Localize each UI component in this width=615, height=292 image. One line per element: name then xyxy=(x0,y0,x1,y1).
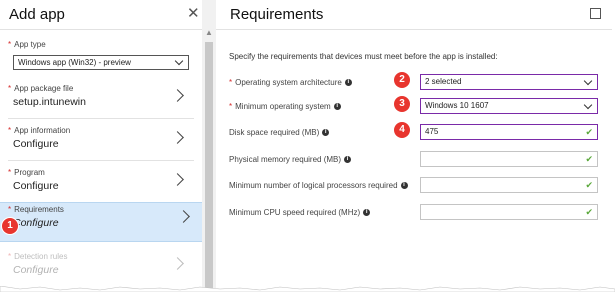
step-value: Configure xyxy=(13,138,59,150)
field-value: 475 xyxy=(425,127,439,136)
chevron-right-icon xyxy=(171,131,184,144)
info-icon[interactable]: i xyxy=(363,209,371,217)
step-value: Configure xyxy=(13,217,59,229)
callout-badge: 3 xyxy=(394,96,410,112)
step-label: Program xyxy=(14,168,45,177)
check-icon: ✔ xyxy=(585,127,593,137)
physical-memory-input[interactable]: ✔ xyxy=(420,151,598,167)
scrollbar-thumb[interactable] xyxy=(205,42,213,288)
add-app-title: Add app xyxy=(9,6,65,23)
callout-badge: 4 xyxy=(394,122,410,138)
app-type-value: Windows app (Win32) - preview xyxy=(18,58,131,67)
app-type-select[interactable]: Windows app (Win32) - preview xyxy=(13,55,189,70)
chevron-right-icon xyxy=(171,173,184,186)
title-divider xyxy=(0,29,202,30)
minimum-os-dropdown[interactable]: Windows 10 1607 xyxy=(420,98,598,114)
maximize-icon[interactable] xyxy=(590,8,601,19)
chevron-right-icon xyxy=(177,210,190,223)
field-label-disk-space: Disk space required (MB) i xyxy=(229,128,330,137)
step-value: Configure xyxy=(13,264,59,276)
scroll-up-icon[interactable]: ▲ xyxy=(205,29,213,37)
info-icon[interactable]: i xyxy=(400,182,408,190)
requirements-description: Specify the requirements that devices mu… xyxy=(229,52,498,61)
step-label: App information xyxy=(14,126,71,135)
field-label-cpu-speed: Minimum CPU speed required (MHz) i xyxy=(229,208,371,217)
requirements-title: Requirements xyxy=(230,6,324,23)
chevron-down-icon xyxy=(174,56,184,66)
cpu-speed-input[interactable]: ✔ xyxy=(420,204,598,220)
field-label-minimum-os: * Minimum operating system i xyxy=(229,102,341,111)
title-divider xyxy=(216,29,612,30)
callout-badge: 2 xyxy=(394,72,410,88)
close-icon[interactable]: ✕ xyxy=(187,4,200,22)
field-value: Windows 10 1607 xyxy=(425,101,489,110)
step-value: Configure xyxy=(13,180,59,192)
info-icon[interactable]: i xyxy=(344,156,352,164)
field-label-logical-processors: Minimum number of logical processors req… xyxy=(229,181,408,190)
os-architecture-dropdown[interactable]: 2 selected xyxy=(420,74,598,90)
step-detection-rules[interactable]: * Detection rules Configure xyxy=(8,250,188,288)
torn-edge xyxy=(0,286,615,292)
info-icon[interactable]: i xyxy=(322,129,330,137)
step-label: App package file xyxy=(14,84,74,93)
step-label: Requirements xyxy=(14,205,64,214)
app-type-label: App type xyxy=(14,40,46,49)
info-icon[interactable]: i xyxy=(333,103,341,111)
step-value: setup.intunewin xyxy=(13,96,86,108)
chevron-right-icon xyxy=(171,257,184,270)
logical-processors-input[interactable]: ✔ xyxy=(420,177,598,193)
step-app-package-file[interactable]: * App package file setup.intunewin xyxy=(8,82,188,120)
step-app-information[interactable]: * App information Configure xyxy=(8,124,188,162)
check-icon: ✔ xyxy=(585,154,593,164)
add-app-blade: Add app ✕ * App type Windows app (Win32) … xyxy=(0,0,203,288)
check-icon: ✔ xyxy=(585,180,593,190)
field-label-physical-memory: Physical memory required (MB) i xyxy=(229,155,352,164)
step-label: Detection rules xyxy=(14,252,68,261)
step-program[interactable]: * Program Configure xyxy=(8,166,188,204)
chevron-down-icon xyxy=(583,100,593,110)
requirements-blade: Requirements Specify the requirements th… xyxy=(216,0,612,288)
step-requirements[interactable]: * Requirements Configure xyxy=(0,202,202,242)
required-marker: * xyxy=(8,40,12,49)
field-label-os-architecture: * Operating system architecture i xyxy=(229,78,352,87)
scrollbar[interactable]: ▲ xyxy=(202,0,217,288)
check-icon: ✔ xyxy=(585,207,593,217)
info-icon[interactable]: i xyxy=(344,79,352,87)
chevron-right-icon xyxy=(171,89,184,102)
callout-badge: 1 xyxy=(2,218,18,234)
disk-space-input[interactable]: 475 ✔ xyxy=(420,124,598,140)
field-value: 2 selected xyxy=(425,77,462,86)
chevron-down-icon xyxy=(583,76,593,86)
